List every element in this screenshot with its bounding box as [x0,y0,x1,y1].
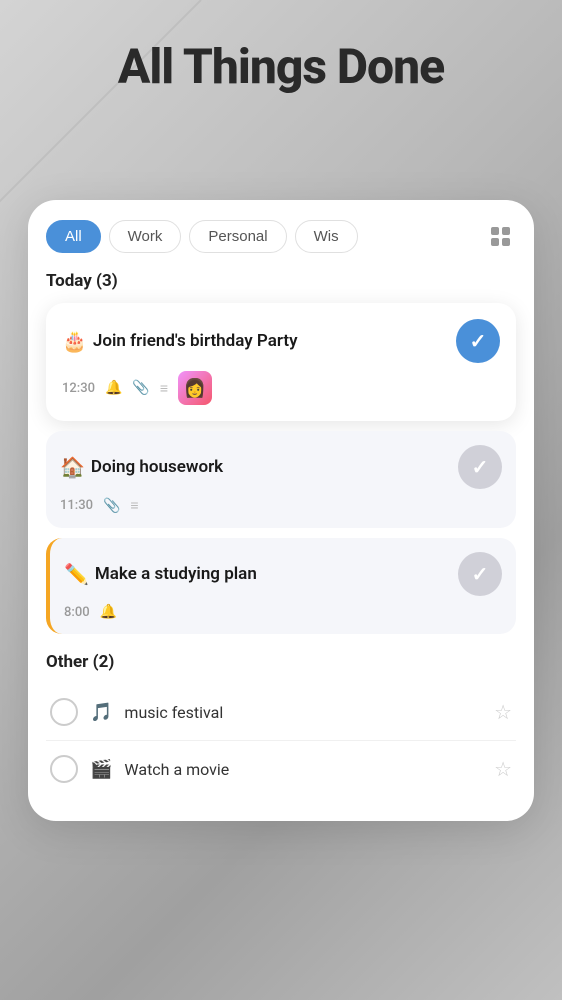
task-circle-button[interactable] [50,755,78,783]
other-section: Other (2) 🎵 music festival ☆ 🎬 Watch a m… [46,652,516,797]
checkmark-icon: ✓ [472,562,489,586]
task-time: 8:00 [64,605,90,620]
attachment-icon: 📎 [132,380,149,396]
task-title: Join friend's birthday Party [93,331,298,351]
filter-tabs: All Work Personal Wis [46,220,516,253]
grid-icon [491,227,510,246]
task-title-row: 🏠 Doing housework [60,455,458,479]
task-thumbnail: 👩 [178,371,212,405]
today-section-header: Today (3) [46,271,516,291]
bell-icon: 🔔 [100,604,117,620]
attachment-icon: 📎 [103,498,120,514]
task-circle-button[interactable] [50,698,78,726]
task-meta: 12:30 🔔 📎 ≡ 👩 [62,371,500,405]
task-emoji: 🎵 [90,702,112,723]
star-button[interactable]: ☆ [494,700,512,724]
tab-work[interactable]: Work [109,220,182,253]
other-section-header: Other (2) [46,652,516,672]
task-emoji: 🎂 [62,329,87,353]
list-icon: ≡ [130,497,138,514]
task-complete-button[interactable]: ✓ [458,552,502,596]
task-title-row: ✏️ Make a studying plan [64,562,458,586]
task-title: Watch a movie [124,760,482,779]
star-button[interactable]: ☆ [494,757,512,781]
task-top-row: 🏠 Doing housework ✓ [60,445,502,489]
task-item: 🏠 Doing housework ✓ 11:30 📎 ≡ [46,431,516,528]
thumbnail-image: 👩 [184,378,206,399]
task-meta: 11:30 📎 ≡ [60,497,502,514]
task-title: Make a studying plan [95,564,257,584]
list-icon: ≡ [160,380,168,397]
list-item: 🎵 music festival ☆ [46,684,516,741]
task-item: ✏️ Make a studying plan ✓ 8:00 🔔 [46,538,516,634]
task-item: 🎂 Join friend's birthday Party ✓ 12:30 🔔… [46,303,516,421]
task-emoji: ✏️ [64,562,89,586]
task-title-row: 🎂 Join friend's birthday Party [62,329,456,353]
task-complete-button[interactable]: ✓ [458,445,502,489]
task-title: Doing housework [91,457,223,477]
task-top-row: ✏️ Make a studying plan ✓ [64,552,502,596]
tab-all[interactable]: All [46,220,101,253]
grid-view-button[interactable] [484,221,516,253]
task-title: music festival [124,703,482,722]
task-top-row: 🎂 Join friend's birthday Party ✓ [62,319,500,363]
task-complete-button[interactable]: ✓ [456,319,500,363]
tab-personal[interactable]: Personal [189,220,286,253]
list-item: 🎬 Watch a movie ☆ [46,741,516,797]
bell-icon: 🔔 [105,380,122,396]
checkmark-icon: ✓ [470,329,487,353]
app-title: All Things Done [0,38,562,95]
task-time: 11:30 [60,498,93,513]
checkmark-icon: ✓ [472,455,489,479]
task-meta: 8:00 🔔 [64,604,502,620]
task-emoji: 🏠 [60,455,85,479]
tab-wishlist[interactable]: Wis [295,220,358,253]
main-card: All Work Personal Wis Today (3) 🎂 Join f… [28,200,534,821]
task-emoji: 🎬 [90,759,112,780]
task-time: 12:30 [62,381,95,396]
